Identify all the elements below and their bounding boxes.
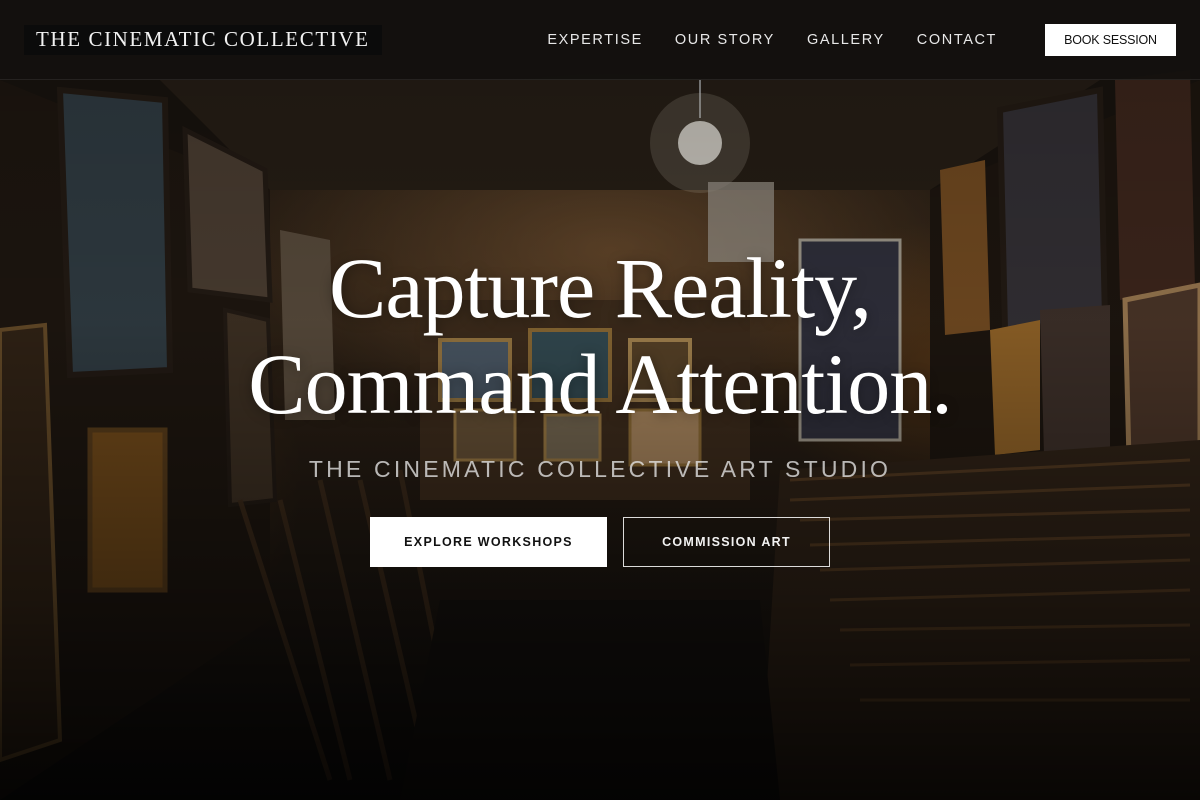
hero-subtitle: THE CINEMATIC COLLECTIVE ART STUDIO: [308, 456, 892, 482]
book-session-button[interactable]: BOOK SESSION: [1045, 23, 1176, 56]
nav-link-our-story[interactable]: OUR STORY: [675, 32, 775, 48]
hero-headline: Capture Reality, Command Attention.: [0, 240, 1200, 432]
hero-cta-row: EXPLORE WORKSHOPS COMMISSION ART: [0, 517, 1200, 567]
hero-headline-line-1: Capture Reality,: [328, 240, 872, 336]
nav-link-gallery[interactable]: GALLERY: [807, 32, 885, 48]
explore-workshops-button[interactable]: EXPLORE WORKSHOPS: [370, 517, 607, 567]
hero-section: Capture Reality, Command Attention. THE …: [0, 240, 1200, 567]
brand-logo[interactable]: THE CINEMATIC COLLECTIVE: [24, 24, 382, 55]
commission-art-button[interactable]: COMMISSION ART: [623, 517, 830, 567]
main-nav: EXPERTISE OUR STORY GALLERY CONTACT: [547, 32, 997, 48]
hero-headline-line-2: Command Attention.: [248, 336, 952, 432]
nav-link-contact[interactable]: CONTACT: [917, 32, 997, 48]
nav-link-expertise[interactable]: EXPERTISE: [547, 32, 643, 48]
site-header: THE CINEMATIC COLLECTIVE EXPERTISE OUR S…: [0, 0, 1200, 80]
